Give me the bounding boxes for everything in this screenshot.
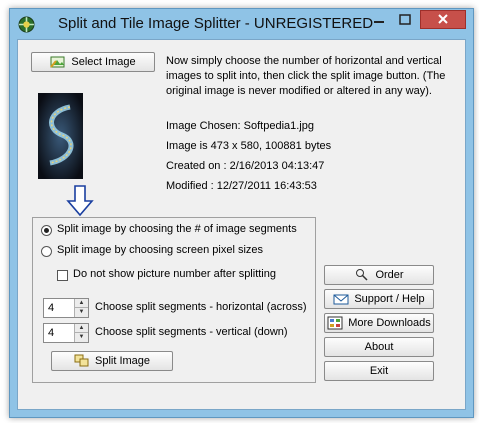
- vertical-segments-spinner[interactable]: 4 ▲ ▼: [43, 323, 89, 343]
- exit-button[interactable]: Exit: [324, 361, 434, 381]
- order-label: Order: [375, 269, 404, 281]
- horizontal-value[interactable]: 4: [48, 302, 54, 314]
- segments-radio-label[interactable]: Split image by choosing the # of image s…: [57, 223, 297, 235]
- instructions-text: Now simply choose the number of horizont…: [166, 55, 446, 97]
- image-size-text: Image is 473 x 580, 100881 bytes: [166, 140, 332, 152]
- vertical-value[interactable]: 4: [48, 327, 54, 339]
- order-button[interactable]: Order: [324, 265, 434, 285]
- spinner-up-icon[interactable]: ▲: [74, 324, 88, 333]
- window-title: Split and Tile Image Splitter - UNREGIST…: [58, 15, 374, 32]
- select-image-label: Select Image: [71, 56, 136, 68]
- close-icon: [438, 14, 448, 24]
- mail-icon: [333, 294, 349, 305]
- select-image-button[interactable]: Select Image: [31, 52, 155, 72]
- maximize-icon[interactable]: [392, 10, 418, 29]
- minimize-icon[interactable]: [366, 10, 392, 29]
- split-image-button[interactable]: Split Image: [51, 351, 173, 371]
- vertical-label: Choose split segments - vertical (down): [95, 326, 288, 338]
- order-icon: [356, 269, 368, 281]
- image-chosen-text: Image Chosen: Softpedia1.jpg: [166, 120, 314, 132]
- close-button[interactable]: [420, 10, 466, 29]
- no-number-checkbox[interactable]: [57, 270, 68, 281]
- created-text: Created on : 2/16/2013 04:13:47: [166, 160, 325, 172]
- pixels-radio[interactable]: [41, 246, 52, 257]
- horizontal-segments-spinner[interactable]: 4 ▲ ▼: [43, 298, 89, 318]
- more-downloads-label: More Downloads: [348, 317, 431, 329]
- spinner-up-icon[interactable]: ▲: [74, 299, 88, 308]
- more-downloads-button[interactable]: More Downloads: [324, 313, 434, 333]
- app-window: Split and Tile Image Splitter - UNREGIST…: [9, 8, 474, 418]
- app-icon: [18, 16, 35, 33]
- no-number-label[interactable]: Do not show picture number after splitti…: [73, 268, 276, 280]
- image-icon: [50, 56, 65, 68]
- client-area: Select Image Now simply choose the numbe…: [17, 39, 466, 410]
- spinner-down-icon[interactable]: ▼: [74, 308, 88, 317]
- modified-text: Modified : 12/27/2011 16:43:53: [166, 180, 317, 192]
- split-icon: [74, 354, 89, 367]
- downloads-icon: [327, 316, 343, 330]
- about-button[interactable]: About: [324, 337, 434, 357]
- about-label: About: [364, 341, 394, 353]
- support-help-button[interactable]: Support / Help: [324, 289, 434, 309]
- split-options-group: Split image by choosing the # of image s…: [32, 217, 316, 383]
- down-arrow-icon: [66, 185, 94, 217]
- pixels-radio-label[interactable]: Split image by choosing screen pixel siz…: [57, 244, 263, 256]
- horizontal-label: Choose split segments - horizontal (acro…: [95, 301, 307, 313]
- exit-label: Exit: [369, 365, 389, 377]
- segments-radio[interactable]: [41, 225, 52, 236]
- spinner-down-icon[interactable]: ▼: [74, 333, 88, 342]
- image-thumbnail: [38, 93, 83, 179]
- title-bar[interactable]: Split and Tile Image Splitter - UNREGIST…: [10, 9, 473, 39]
- split-image-label: Split Image: [94, 355, 151, 367]
- support-help-label: Support / Help: [354, 293, 425, 305]
